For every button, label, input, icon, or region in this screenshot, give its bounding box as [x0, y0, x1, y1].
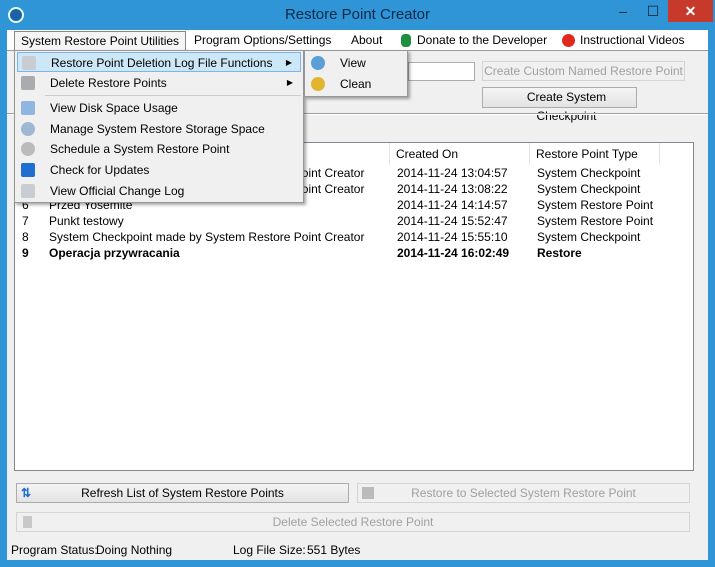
column-header-type[interactable]: Restore Point Type: [530, 143, 660, 165]
menu-item[interactable]: Delete Restore Points ▶: [17, 73, 301, 93]
submenu-item[interactable]: Clean: [307, 74, 405, 94]
menu-instructional-videos[interactable]: Instructional Videos: [574, 31, 691, 50]
submenu-item-label: Clean: [340, 77, 372, 91]
row-type[interactable]: System Restore Point: [537, 197, 667, 213]
create-custom-restore-point-button[interactable]: Create Custom Named Restore Point: [482, 61, 685, 81]
row-type[interactable]: Restore: [537, 245, 667, 261]
create-checkpoint-label: Create System Checkpoint: [526, 90, 607, 123]
menu-item[interactable]: View Official Change Log: [17, 181, 301, 201]
row-date[interactable]: 2014-11-24 13:04:57: [397, 165, 527, 181]
status-bar: Program Status: Doing Nothing Log File S…: [7, 540, 708, 560]
document-icon: [21, 184, 35, 198]
submenu-item-label: View: [340, 56, 366, 70]
row-id[interactable]: 7: [22, 213, 42, 229]
maximize-button[interactable]: ☐: [638, 0, 668, 22]
row-type[interactable]: System Checkpoint: [537, 229, 667, 245]
refresh-label: Refresh List of System Restore Points: [81, 486, 284, 500]
restore-point-name-input[interactable]: [408, 62, 475, 81]
log-size-value: 551 Bytes: [307, 543, 361, 557]
utilities-dropdown-menu: Restore Point Deletion Log File Function…: [14, 50, 304, 203]
submenu-arrow-icon: ▶: [286, 78, 293, 87]
log-file-submenu: View Clean: [304, 50, 408, 97]
submenu-arrow-icon: ▶: [285, 58, 292, 67]
column-header-created-on[interactable]: Created On: [390, 143, 530, 165]
menu-separator: [45, 95, 301, 96]
menu-item[interactable]: Check for Updates: [17, 160, 301, 180]
broom-icon: [311, 77, 325, 91]
row-date[interactable]: 2014-11-24 14:14:57: [397, 197, 527, 213]
row-name[interactable]: System Checkpoint made by System Restore…: [49, 229, 389, 245]
minimize-button[interactable]: –: [608, 0, 638, 22]
menu-program-options[interactable]: Program Options/Settings: [188, 31, 337, 50]
row-type[interactable]: System Checkpoint: [537, 165, 667, 181]
refresh-icon: [21, 163, 35, 177]
disk-icon: [21, 101, 35, 115]
menu-item-label: Check for Updates: [50, 163, 150, 177]
delete-label: Delete Selected Restore Point: [272, 515, 434, 529]
restore-selected-button[interactable]: Restore to Selected System Restore Point: [357, 483, 690, 503]
log-size-label: Log File Size:: [233, 543, 306, 557]
create-system-checkpoint-button[interactable]: Create System Checkpoint: [482, 87, 637, 123]
menu-item[interactable]: Restore Point Deletion Log File Function…: [17, 52, 301, 72]
row-date[interactable]: 2014-11-24 15:52:47: [397, 213, 527, 229]
delete-selected-button[interactable]: Delete Selected Restore Point: [16, 512, 690, 532]
program-status-label: Program Status:: [11, 543, 98, 557]
row-name[interactable]: Punkt testowy: [49, 213, 389, 229]
menu-item-label: View Disk Space Usage: [50, 101, 178, 115]
trash-icon: [23, 516, 32, 528]
menu-item-label: Manage System Restore Storage Space: [50, 122, 265, 136]
trash-icon: [21, 76, 35, 90]
menu-item[interactable]: Schedule a System Restore Point: [17, 139, 301, 159]
menu-item-label: View Official Change Log: [50, 184, 185, 198]
magnifier-icon: [311, 56, 325, 70]
clock-icon: [21, 142, 35, 156]
close-button[interactable]: ✕: [668, 0, 713, 22]
row-type[interactable]: System Checkpoint: [537, 181, 667, 197]
row-date[interactable]: 2014-11-24 16:02:49: [397, 245, 527, 261]
restore-icon: [362, 487, 374, 499]
row-name[interactable]: Operacja przywracania: [49, 245, 389, 261]
row-date[interactable]: 2014-11-24 13:08:22: [397, 181, 527, 197]
row-date[interactable]: 2014-11-24 15:55:10: [397, 229, 527, 245]
restore-label: Restore to Selected System Restore Point: [411, 486, 636, 500]
row-id[interactable]: 8: [22, 229, 42, 245]
menu-item[interactable]: Manage System Restore Storage Space: [17, 119, 301, 139]
storage-icon: [21, 122, 35, 136]
menu-item-label: Schedule a System Restore Point: [50, 142, 230, 156]
refresh-icon: ⇅: [21, 486, 32, 500]
menu-item[interactable]: View Disk Space Usage: [17, 98, 301, 118]
menu-about[interactable]: About: [345, 31, 388, 50]
submenu-item[interactable]: View: [307, 53, 405, 73]
menu-item-label: Delete Restore Points: [50, 76, 167, 90]
row-id[interactable]: 9: [22, 245, 42, 261]
document-icon: [22, 56, 36, 70]
menu-item-label: Restore Point Deletion Log File Function…: [51, 56, 273, 70]
program-status-value: Doing Nothing: [96, 543, 173, 557]
refresh-list-button[interactable]: ⇅ Refresh List of System Restore Points: [16, 483, 349, 503]
menu-donate[interactable]: Donate to the Developer: [411, 31, 553, 50]
menu-system-restore-point-utilities[interactable]: System Restore Point Utilities: [14, 31, 187, 50]
create-custom-label: Create Custom Named Restore Point: [484, 64, 683, 78]
dollar-icon: [401, 34, 411, 47]
row-type[interactable]: System Restore Point: [537, 213, 667, 229]
